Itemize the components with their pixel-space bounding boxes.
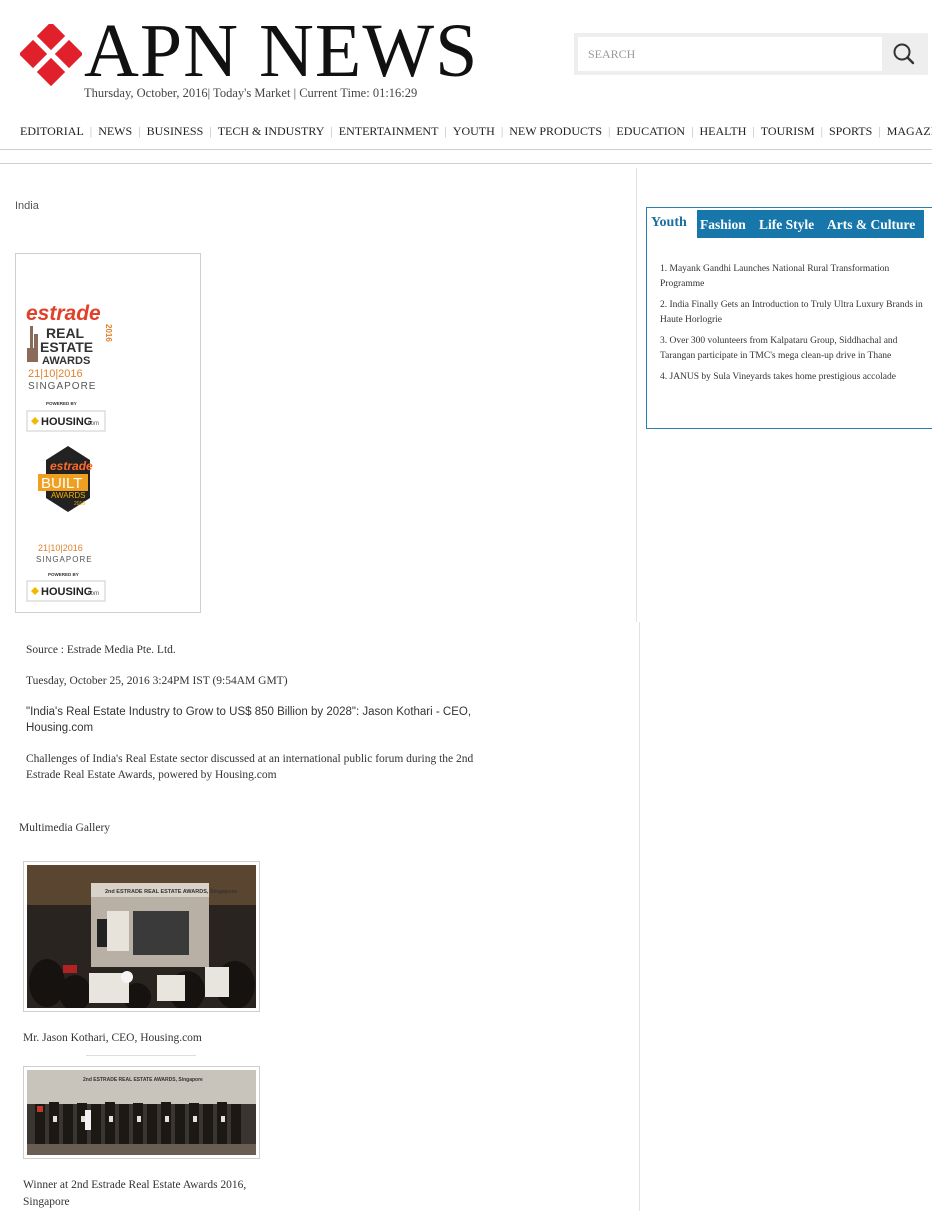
tab-fashion[interactable]: Fashion [700,210,746,238]
logo1-brand: estrade [26,302,101,325]
list-item[interactable]: 3. Over 300 volunteers from Kalpataru Gr… [660,334,928,364]
nav-editorial[interactable]: EDITORIAL [20,124,88,139]
logo2-sub: AWARDS [51,491,86,500]
nav-tech-industry[interactable]: TECH & INDUSTRY [214,124,329,139]
search-button[interactable] [884,37,924,71]
event-photo-stage: 2nd ESTRADE REAL ESTATE AWARDS, Singapor… [27,865,256,1011]
logo1-year: 2016 [104,324,113,342]
column-divider [636,168,637,622]
nav-education[interactable]: EDUCATION [612,124,689,139]
search-input[interactable] [578,37,882,71]
logo2-brand: estrade [50,459,93,473]
logo2-city: SINGAPORE [36,555,93,564]
column-divider [639,622,640,1211]
gallery-photo-2[interactable]: 2nd ESTRADE REAL ESTATE AWARDS, Singapor… [23,1066,260,1159]
logo2-sponsor: HOUSING [41,586,92,598]
article-source: Source : Estrade Media Pte. Ltd. [26,644,176,656]
logo2-title: BUILT [41,475,82,492]
logo-text: APN NEWS [84,9,479,93]
gallery-caption-2: Winner at 2nd Estrade Real Estate Awards… [23,1179,247,1208]
tab-life-style[interactable]: Life Style [759,210,814,238]
divider [0,149,932,150]
article-headline: "India's Real Estate Industry to Grow to… [26,706,472,734]
search-icon [893,43,915,65]
logo1-line-3: AWARDS [42,355,90,367]
list-item[interactable]: 4. JANUS by Sula Vineyards takes home pr… [660,370,928,385]
award-logos-image: estrade REAL ESTATE AWARDS 2016 21|10|20… [15,253,201,613]
gallery-caption-1: Mr. Jason Kothari, CEO, Housing.com [23,1032,202,1044]
logo1-date: 21|10|2016 [28,368,83,380]
photo1-banner-text: 2nd ESTRADE REAL ESTATE AWARDS, Singapor… [105,889,237,895]
logo2-sponsor-suffix: .com [86,591,99,597]
date-time-line: Thursday, October, 2016| Today's Market … [84,86,418,100]
article-location: India [15,200,39,212]
logo1-powered: POWERED BY [46,401,77,406]
nav-magazine[interactable]: MAGAZINE [883,124,932,139]
estrade-awards-logos: estrade REAL ESTATE AWARDS 2016 21|10|20… [26,302,113,602]
nav-business[interactable]: BUSINESS [143,124,208,139]
nav-tourism[interactable]: TOURISM [757,124,819,139]
logo1-sponsor-suffix: .com [86,421,99,427]
list-item[interactable]: 1. Mayank Gandhi Launches National Rural… [660,262,928,292]
article-timestamp: Tuesday, October 25, 2016 3:24PM IST (9:… [26,675,288,687]
logo2-date: 21|10|2016 [38,543,83,553]
nav-youth[interactable]: YOUTH [449,124,499,139]
gallery-title: Multimedia Gallery [19,822,111,834]
diamond-logo-icon [20,24,82,86]
article-body: Source : Estrade Media Pte. Ltd. Tuesday… [26,642,476,798]
nav-entertainment[interactable]: ENTERTAINMENT [335,124,443,139]
category-news-panel: Youth Fashion Life Style Arts & Culture … [646,207,932,429]
nav-health[interactable]: HEALTH [696,124,751,139]
caption-divider [86,1055,196,1056]
photo2-banner-text: 2nd ESTRADE REAL ESTATE AWARDS, Singapor… [83,1077,203,1083]
search-box [574,33,928,75]
divider [0,163,932,164]
logo2-year: 2016 [74,501,85,507]
logo2-powered: POWERED BY [48,572,79,577]
main-nav: EDITORIAL | NEWS | BUSINESS | TECH & INDUSTRY |… [20,124,932,139]
logo1-city: SINGAPORE [28,381,96,392]
nav-new-products[interactable]: NEW PRODUCTS [505,124,606,139]
tab-arts-culture[interactable]: Arts & Culture [827,210,915,238]
event-photo-winners: 2nd ESTRADE REAL ESTATE AWARDS, Singapor… [27,1070,256,1155]
gallery-photo-1[interactable]: 2nd ESTRADE REAL ESTATE AWARDS, Singapor… [23,861,260,1012]
news-list: 1. Mayank Gandhi Launches National Rural… [660,262,928,391]
logo1-line-2: ESTATE [40,339,93,355]
article-summary: Challenges of India's Real Estate sector… [26,753,474,781]
list-item[interactable]: 2. India Finally Gets an Introduction to… [660,298,928,328]
nav-sports[interactable]: SPORTS [825,124,876,139]
tab-bar: Fashion Life Style Arts & Culture [697,210,924,238]
logo1-sponsor: HOUSING [41,416,92,428]
tab-youth[interactable]: Youth [649,210,689,236]
nav-news[interactable]: NEWS [94,124,136,139]
